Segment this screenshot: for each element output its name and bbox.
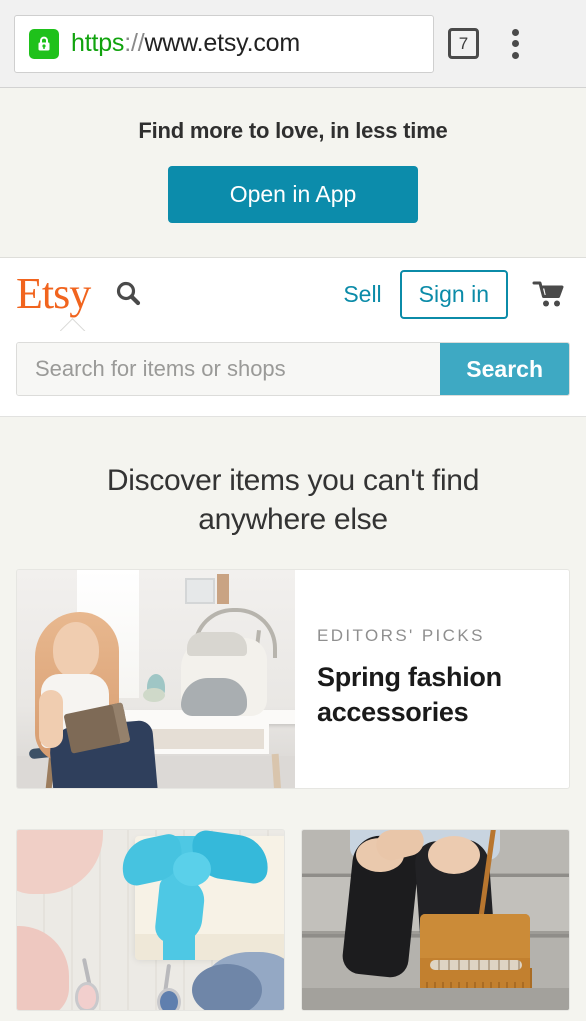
search-field-wrapper: Search xyxy=(16,342,570,396)
editors-picks-card[interactable]: EDITORS' PICKS Spring fashion accessorie… xyxy=(16,569,570,789)
scene-woman-reading xyxy=(17,570,295,788)
editors-picks-image xyxy=(17,570,295,788)
search-submit-button[interactable]: Search xyxy=(440,343,569,395)
search-open-caret xyxy=(60,318,86,331)
site-header: Etsy Sell Sign in Search xyxy=(0,258,586,417)
menu-dot xyxy=(511,51,519,59)
scene-fringe-bag xyxy=(302,830,569,1010)
menu-dot xyxy=(511,40,519,47)
sign-in-button[interactable]: Sign in xyxy=(399,269,508,319)
main-content: Discover items you can't find anywhere e… xyxy=(0,417,586,1021)
app-promo-title: Find more to love, in less time xyxy=(138,118,448,143)
editors-picks-eyebrow: EDITORS' PICKS xyxy=(317,626,485,645)
etsy-logo[interactable]: Etsy xyxy=(16,272,91,316)
editors-picks-title: Spring fashion accessories xyxy=(317,660,569,729)
page-title: Discover items you can't find anywhere e… xyxy=(0,417,586,569)
tile-gift-box[interactable] xyxy=(16,829,285,1011)
tab-counter-button[interactable]: 7 xyxy=(448,28,479,59)
search-icon[interactable] xyxy=(108,274,148,314)
sell-link[interactable]: Sell xyxy=(343,281,381,308)
search-bar: Search xyxy=(0,330,586,416)
url-text: https://www.etsy.com xyxy=(71,29,300,58)
editors-picks-title-line1: Spring fashion xyxy=(317,662,502,692)
app-promo-banner: Find more to love, in less time Open in … xyxy=(0,88,586,258)
url-host: www.etsy.com xyxy=(144,29,300,57)
tile-row xyxy=(16,829,570,1011)
tab-count-label: 7 xyxy=(458,33,469,53)
editors-picks-title-line2: accessories xyxy=(317,696,469,727)
url-bar[interactable]: https://www.etsy.com xyxy=(14,14,434,73)
page-title-line1: Discover items you can't find xyxy=(106,464,480,497)
url-scheme: https xyxy=(71,29,125,57)
tile-fringe-bag[interactable] xyxy=(301,829,570,1011)
overflow-menu-icon[interactable] xyxy=(503,27,527,61)
lock-icon[interactable] xyxy=(29,28,59,59)
editors-picks-text: EDITORS' PICKS Spring fashion accessorie… xyxy=(295,570,569,788)
page-title-line2: anywhere else xyxy=(198,503,388,536)
open-in-app-button[interactable]: Open in App xyxy=(167,166,419,223)
search-input[interactable] xyxy=(17,343,441,395)
menu-dot xyxy=(511,28,519,36)
shopping-cart-icon[interactable] xyxy=(528,277,570,311)
scene-gift-box xyxy=(17,830,284,1010)
browser-toolbar: https://www.etsy.com 7 xyxy=(0,0,586,88)
site-header-row: Etsy Sell Sign in xyxy=(0,258,586,330)
url-separator: :// xyxy=(124,29,145,57)
